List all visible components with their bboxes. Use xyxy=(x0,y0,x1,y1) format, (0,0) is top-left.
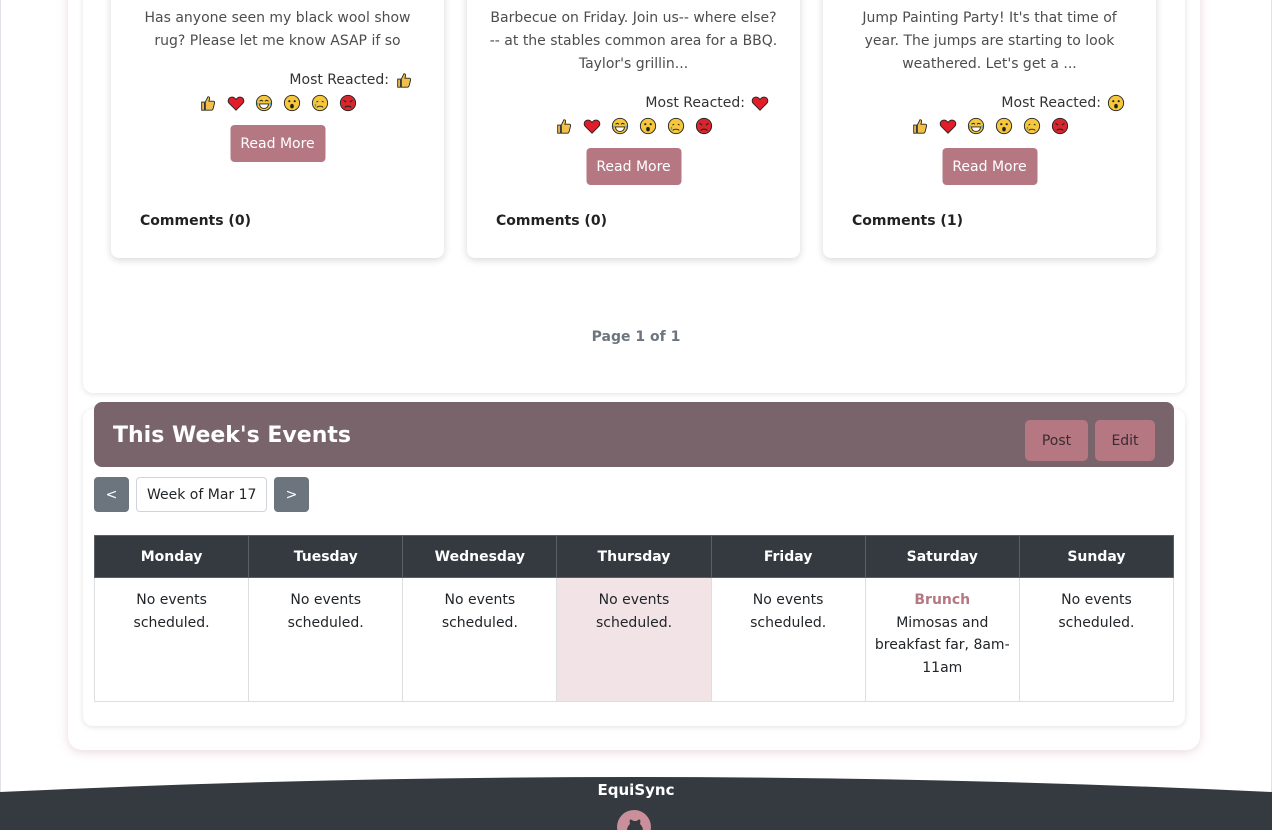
sad-face-icon[interactable] xyxy=(1021,115,1042,136)
surprised-face-icon[interactable] xyxy=(281,92,302,113)
most-reacted-label: Most Reacted: xyxy=(645,94,745,111)
day-header-wednesday: Wednesday xyxy=(402,535,558,578)
previous-week-button[interactable]: < xyxy=(94,477,129,512)
day-cell-thursday: No events scheduled. xyxy=(556,577,712,702)
read-more-button[interactable]: Read More xyxy=(230,125,325,162)
no-events-text: No events scheduled. xyxy=(133,592,210,631)
comments-count[interactable]: Comments (1) xyxy=(852,213,963,229)
no-events-text: No events scheduled. xyxy=(1058,592,1135,631)
most-reacted-label: Most Reacted: xyxy=(289,71,389,88)
day-header-tuesday: Tuesday xyxy=(248,535,404,578)
laughing-face-icon[interactable] xyxy=(253,92,274,113)
no-events-text: No events scheduled. xyxy=(750,592,827,631)
sad-face-icon[interactable] xyxy=(309,92,330,113)
comments-count[interactable]: Comments (0) xyxy=(496,213,607,229)
read-more-button[interactable]: Read More xyxy=(942,148,1037,185)
surprised-face-icon xyxy=(1105,92,1126,113)
thumbs-up-icon xyxy=(393,69,414,90)
reaction-bar xyxy=(111,92,444,113)
day-cell-wednesday: No events scheduled. xyxy=(402,577,558,702)
post-excerpt: Has anyone seen my black wool show rug? … xyxy=(144,10,411,49)
day-cell-sunday: No events scheduled. xyxy=(1018,577,1175,702)
post-event-button[interactable]: Post xyxy=(1025,420,1088,461)
day-header-thursday: Thursday xyxy=(556,535,712,578)
day-cell-saturday: Brunch Mimosas and breakfast far, 8am-11… xyxy=(864,577,1020,702)
comments-count[interactable]: Comments (0) xyxy=(140,213,251,229)
read-more-button[interactable]: Read More xyxy=(586,148,681,185)
footer-brand: EquiSync xyxy=(597,781,675,799)
post-excerpt: Barbecue on Friday. Join us-- where else… xyxy=(489,10,778,72)
next-week-button[interactable]: > xyxy=(274,477,309,512)
no-events-text: No events scheduled. xyxy=(595,592,673,631)
laughing-face-icon[interactable] xyxy=(609,115,630,136)
calendar-header-row: Monday Tuesday Wednesday Thursday Friday… xyxy=(93,535,1175,578)
day-header-monday: Monday xyxy=(93,535,250,578)
github-icon[interactable] xyxy=(616,809,652,830)
angry-face-icon[interactable] xyxy=(337,92,358,113)
heart-icon[interactable] xyxy=(581,115,602,136)
angry-face-icon[interactable] xyxy=(1049,115,1070,136)
edit-events-button[interactable]: Edit xyxy=(1095,420,1155,461)
surprised-face-icon[interactable] xyxy=(993,115,1014,136)
event-description: Mimosas and breakfast far, 8am-11am xyxy=(874,614,1010,676)
most-reacted: Most Reacted: xyxy=(289,69,414,90)
day-header-friday: Friday xyxy=(710,535,866,578)
thumbs-up-icon[interactable] xyxy=(909,115,930,136)
day-header-sunday: Sunday xyxy=(1018,535,1175,578)
surprised-face-icon[interactable] xyxy=(637,115,658,136)
week-selector-input[interactable] xyxy=(136,477,267,512)
event-title[interactable]: Brunch xyxy=(874,589,1011,612)
most-reacted-label: Most Reacted: xyxy=(1001,94,1101,111)
reaction-bar xyxy=(467,115,800,136)
sad-face-icon[interactable] xyxy=(665,115,686,136)
heart-icon xyxy=(749,92,770,113)
post-card: Has anyone seen my black wool show rug? … xyxy=(111,0,444,258)
day-cell-monday: No events scheduled. xyxy=(93,577,250,702)
heart-icon[interactable] xyxy=(225,92,246,113)
events-header: This Week's Events Post Edit xyxy=(94,402,1174,467)
laughing-face-icon[interactable] xyxy=(965,115,986,136)
post-excerpt: Jump Painting Party! It's that time of y… xyxy=(862,10,1117,72)
day-cell-friday: No events scheduled. xyxy=(710,577,866,702)
angry-face-icon[interactable] xyxy=(693,115,714,136)
calendar-week-row: No events scheduled. No events scheduled… xyxy=(93,577,1175,702)
weekly-calendar: Monday Tuesday Wednesday Thursday Friday… xyxy=(93,535,1175,702)
thumbs-up-icon[interactable] xyxy=(197,92,218,113)
most-reacted: Most Reacted: xyxy=(645,92,770,113)
most-reacted: Most Reacted: xyxy=(1001,92,1126,113)
day-header-saturday: Saturday xyxy=(864,535,1020,578)
pagination-label: Page 1 of 1 xyxy=(591,329,681,345)
no-events-text: No events scheduled. xyxy=(287,592,364,631)
reaction-bar xyxy=(823,115,1156,136)
day-cell-tuesday: No events scheduled. xyxy=(248,577,404,702)
no-events-text: No events scheduled. xyxy=(441,592,518,631)
post-card: Barbecue on Friday. Join us-- where else… xyxy=(467,0,800,258)
events-title: This Week's Events xyxy=(113,423,351,448)
post-card: Jump Painting Party! It's that time of y… xyxy=(823,0,1156,258)
heart-icon[interactable] xyxy=(937,115,958,136)
thumbs-up-icon[interactable] xyxy=(553,115,574,136)
